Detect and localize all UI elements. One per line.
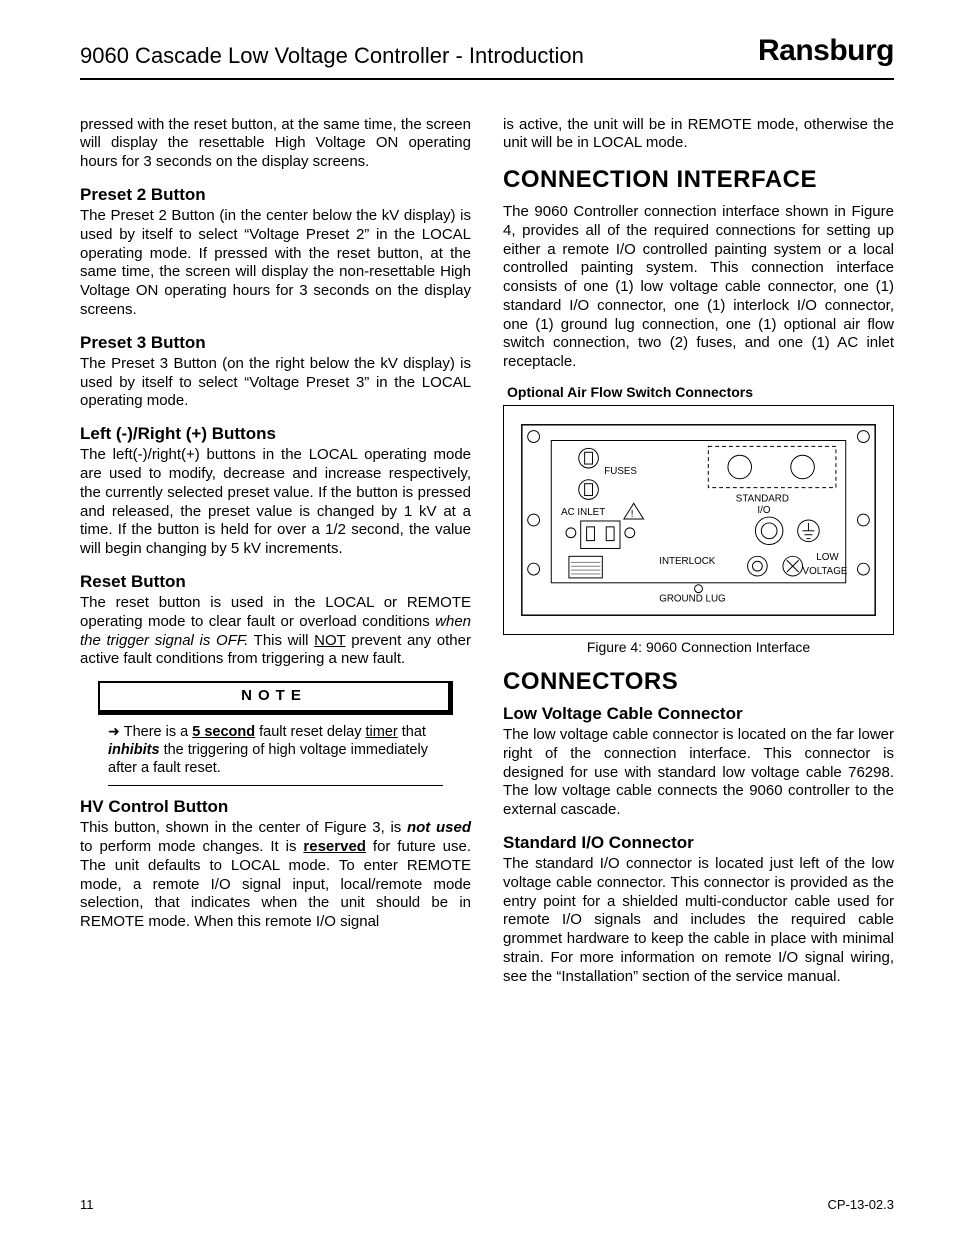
note-5sec: 5 second [192,724,255,740]
preset3-body: The Preset 3 Button (on the right below … [80,355,471,411]
connection-interface-body: The 9060 Controller connection interface… [503,203,894,372]
body-columns: pressed with the reset button, at the sa… [80,116,894,999]
io-label: I/O [757,505,770,516]
hv-body: This button, shown in the center of Figu… [80,819,471,932]
preset2-body: The Preset 2 Button (in the center below… [80,207,471,320]
intro-continuation: pressed with the reset button, at the sa… [80,116,471,172]
left-column: pressed with the reset button, at the sa… [80,116,471,999]
hv-a: This button, shown in the center of Figu… [80,819,407,836]
low-label: LOW [816,552,839,563]
ground-label: GROUND LUG [659,594,725,605]
note-d: that [398,724,426,740]
connectors-heading: CONNECTORS [503,667,894,697]
reset-body-not: NOT [314,632,345,649]
sio-connector-body: The standard I/O connector is located ju… [503,855,894,986]
lv-connector-body: The low voltage cable connector is locat… [503,726,894,820]
right-column: is active, the unit will be in REMOTE mo… [503,116,894,999]
doc-number: CP-13-02.3 [828,1197,894,1213]
sio-connector-heading: Standard I/O Connector [503,832,894,853]
connection-interface-heading: CONNECTION INTERFACE [503,165,894,195]
interlock-label: INTERLOCK [659,556,716,567]
note-body: ➜There is a 5 second fault reset delay t… [108,723,443,786]
page: 9060 Cascade Low Voltage Controller - In… [0,0,954,1235]
note-inhibits: inhibits [108,742,160,758]
preset2-heading: Preset 2 Button [80,184,471,205]
hv-continuation: is active, the unit will be in REMOTE mo… [503,116,894,154]
page-number: 11 [80,1197,94,1213]
connection-interface-svg: FUSES STANDARD I/O AC INLET ! [512,414,885,626]
page-header: 9060 Cascade Low Voltage Controller - In… [80,32,894,80]
hv-heading: HV Control Button [80,796,471,817]
header-title: 9060 Cascade Low Voltage Controller - In… [80,42,584,70]
brand-logo: Ransburg [758,32,894,70]
reset-heading: Reset Button [80,571,471,592]
figure-top-caption: Optional Air Flow Switch Connectors [507,384,894,402]
standard-label: STANDARD [736,494,789,505]
note-timer: timer [366,724,398,740]
reset-body: The reset button is used in the LOCAL or… [80,594,471,669]
acinlet-label: AC INLET [561,507,605,518]
note-b: fault reset delay [255,724,365,740]
reset-body-b: This will [248,632,314,649]
note-box: NOTE ➜There is a 5 second fault reset de… [98,681,453,786]
lv-connector-heading: Low Voltage Cable Connector [503,703,894,724]
preset3-heading: Preset 3 Button [80,332,471,353]
hv-reserved: reserved [303,838,366,855]
hv-b: to perform mode changes. It is [80,838,303,855]
leftright-body: The left(-)/right(+) buttons in the LOCA… [80,446,471,559]
note-label: NOTE [98,681,453,715]
page-footer: 11 CP-13-02.3 [80,1197,894,1213]
note-a: There is a [124,724,193,740]
voltage-label: VOLTAGE [803,566,848,577]
fuses-label: FUSES [604,466,637,477]
hv-notused: not used [407,819,471,836]
leftright-heading: Left (-)/Right (+) Buttons [80,423,471,444]
arrow-icon: ➜ [108,723,120,741]
figure-caption: Figure 4: 9060 Connection Interface [503,639,894,657]
svg-text:!: ! [631,509,634,520]
figure-4-diagram: FUSES STANDARD I/O AC INLET ! [503,405,894,635]
reset-body-a: The reset button is used in the LOCAL or… [80,594,471,630]
